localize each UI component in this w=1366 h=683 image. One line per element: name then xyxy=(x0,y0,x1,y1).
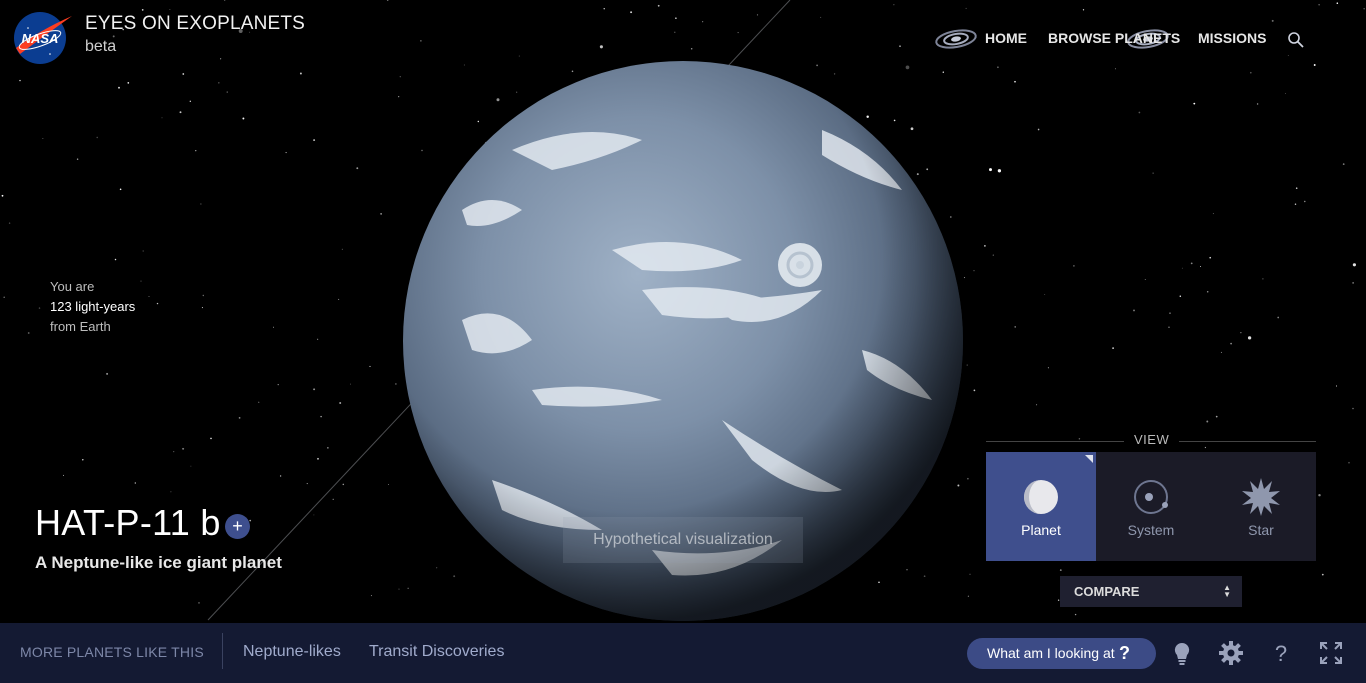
nasa-logo[interactable]: NASA xyxy=(10,10,74,66)
distance-readout: You are 123 light-years from Earth xyxy=(50,277,135,337)
gear-icon[interactable] xyxy=(1218,640,1244,666)
planet-description: A Neptune-like ice giant planet xyxy=(35,553,282,572)
view-planet-button[interactable]: Planet xyxy=(986,452,1096,561)
app-subtitle: beta xyxy=(85,38,117,55)
view-star-label: Star xyxy=(1248,522,1274,538)
what-am-i-looking-at-button[interactable]: What am I looking at ? xyxy=(967,638,1156,669)
view-planet-label: Planet xyxy=(1021,522,1061,538)
more-planets-label: MORE PLANETS LIKE THIS xyxy=(20,644,204,660)
nav-home[interactable]: HOME xyxy=(985,30,1027,46)
compare-dropdown[interactable]: COMPARE ▲ ▼ xyxy=(1060,576,1242,607)
add-planet-button[interactable]: + xyxy=(225,514,250,539)
view-system-label: System xyxy=(1127,522,1175,538)
search-icon[interactable] xyxy=(1287,31,1305,49)
tag-transit-discoveries[interactable]: Transit Discoveries xyxy=(369,643,504,661)
view-heading: VIEW xyxy=(1124,432,1180,447)
system-icon xyxy=(1134,480,1168,514)
view-selector: Planet System Star xyxy=(986,452,1316,561)
lightbulb-icon[interactable] xyxy=(1169,640,1195,666)
distance-line-3: from Earth xyxy=(50,319,111,334)
svg-text:?: ? xyxy=(1275,641,1287,666)
bottom-divider xyxy=(222,633,223,669)
view-system-button[interactable]: System xyxy=(1096,452,1206,561)
bottom-bar: MORE PLANETS LIKE THIS Neptune-likes Tra… xyxy=(0,623,1366,683)
nasa-logo-text: NASA xyxy=(22,31,59,46)
star-icon xyxy=(1242,478,1280,516)
active-corner-marker xyxy=(1085,455,1093,463)
fullscreen-icon[interactable] xyxy=(1318,640,1344,666)
visualization-note: Hypothetical visualization xyxy=(563,517,803,563)
galaxy-nav-icon[interactable] xyxy=(934,26,978,52)
nav-missions[interactable]: MISSIONS xyxy=(1198,30,1266,46)
view-star-button[interactable]: Star xyxy=(1206,452,1316,561)
compare-label: COMPARE xyxy=(1074,584,1140,599)
app-title[interactable]: EYES ON EXOPLANETS xyxy=(85,13,305,35)
looking-label: What am I looking at xyxy=(987,645,1115,661)
help-icon[interactable]: ? xyxy=(1268,640,1294,666)
distance-line-1: You are xyxy=(50,279,95,294)
planet-name: HAT-P-11 b xyxy=(35,502,221,543)
dropdown-arrows-icon: ▲ ▼ xyxy=(1223,583,1231,599)
distance-value: 123 light-years xyxy=(50,299,136,314)
nav-browse-planets[interactable]: BROWSE PLANETS xyxy=(1048,30,1180,46)
question-mark-icon: ? xyxy=(1119,643,1130,663)
planet-icon xyxy=(1024,480,1058,514)
tag-neptune-likes[interactable]: Neptune-likes xyxy=(243,643,341,661)
